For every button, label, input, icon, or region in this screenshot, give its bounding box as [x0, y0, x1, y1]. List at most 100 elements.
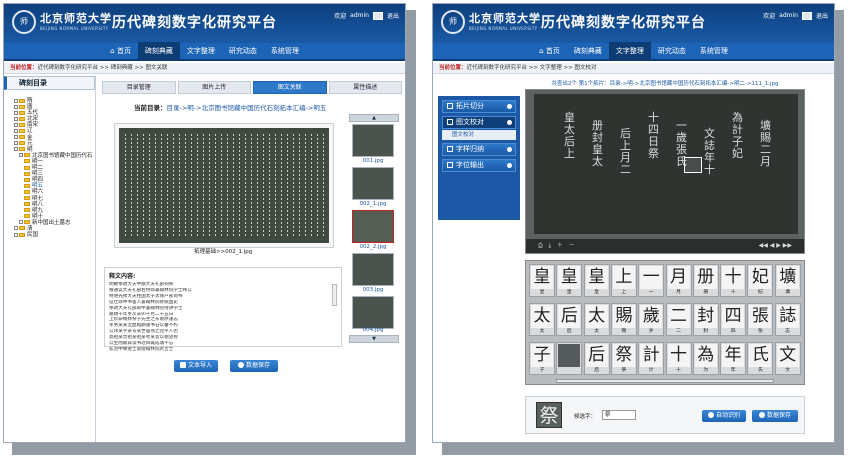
logout-link[interactable]: 退出: [387, 11, 399, 20]
glyph-cell[interactable]: 誌志: [774, 303, 801, 336]
glyph-cell[interactable]: 壙壙: [774, 264, 801, 297]
tab-link[interactable]: 图文关联: [253, 81, 327, 94]
thumb-002-2[interactable]: [352, 210, 394, 243]
user-avatar-icon[interactable]: [372, 11, 383, 20]
save-data-button[interactable]: 数据保存: [230, 360, 278, 372]
nav-research[interactable]: 研究动态: [651, 42, 693, 60]
transcription-box[interactable]: 释文内容: 明故奉政大夫中顺大夫礼部祠祭 赠通议大夫礼部右侍郎兼翰林院学士韩公 特进…: [104, 267, 342, 352]
thumb-004[interactable]: [352, 296, 394, 329]
glyph-cell[interactable]: 皇皇: [583, 264, 610, 297]
thumb-001[interactable]: [352, 124, 394, 157]
glyph-cell[interactable]: 年年: [720, 342, 747, 375]
tab-catalog[interactable]: 目录管理: [102, 81, 176, 94]
glyph-cell[interactable]: 月月: [665, 264, 692, 297]
expand-icon[interactable]: [14, 232, 18, 237]
inscription-column: [287, 134, 288, 237]
menu-proofread[interactable]: 图文校对: [442, 116, 516, 129]
expand-icon[interactable]: [14, 135, 18, 140]
glyph-cell[interactable]: 皇皇: [556, 264, 583, 297]
tree-item-label: 明八: [32, 201, 44, 208]
glyph-cell[interactable]: 后后: [583, 342, 610, 375]
folder-icon: [19, 110, 25, 115]
candidate-input[interactable]: 祭: [602, 410, 636, 420]
text-import-button[interactable]: 文本导入: [174, 360, 218, 372]
tab-attributes[interactable]: 属性描述: [328, 81, 402, 94]
glyph-cell[interactable]: 祭祭: [610, 342, 637, 375]
glyph-cell[interactable]: 皇皇: [529, 264, 555, 297]
glyph-cell[interactable]: 計计: [638, 342, 665, 375]
expand-icon[interactable]: [14, 147, 18, 152]
folder-icon: [19, 141, 25, 146]
auto-recognize-button[interactable]: 自动识别: [702, 410, 746, 422]
glyph-label: 赐: [621, 329, 627, 334]
nav-home[interactable]: ⌂ 首页: [103, 42, 138, 60]
nav-system[interactable]: 系统管理: [264, 42, 306, 60]
inscription-column: [179, 134, 180, 237]
glyph-cell[interactable]: 太太: [583, 303, 610, 336]
expand-icon[interactable]: [19, 153, 23, 158]
menu-glyph-export[interactable]: 字位输出: [442, 159, 516, 172]
expand-icon[interactable]: [14, 122, 18, 127]
folder-icon: [24, 189, 30, 194]
submenu-proofread[interactable]: 图文校对: [442, 130, 516, 140]
glyph-cell[interactable]: 后后: [556, 303, 583, 336]
expand-icon[interactable]: [14, 110, 18, 115]
thumb-scroll-up[interactable]: ▲: [349, 114, 399, 122]
breadcrumb-path[interactable]: 近代碑刻数字化研究平台 >> 文字整理 >> 图文校对: [467, 65, 597, 71]
expand-icon[interactable]: [19, 220, 23, 225]
expand-icon[interactable]: [14, 104, 18, 109]
glyph-cell[interactable]: [556, 342, 583, 375]
glyph-cell[interactable]: 歲岁: [638, 303, 665, 336]
logout-link[interactable]: 退出: [816, 11, 828, 20]
thumb-scroll-down[interactable]: ▼: [349, 335, 399, 343]
glyph-image: 上: [612, 266, 635, 289]
rubbing-image[interactable]: [114, 123, 334, 248]
glyph-grid-scrollbar[interactable]: [556, 379, 774, 383]
glyph-cell[interactable]: 為为: [692, 342, 719, 375]
rubbing-image[interactable]: 皇太后上 册封皇太 后上月二 十四日祭 一歲張氏 文誌年十 為計子妃 壙賜二月: [534, 94, 798, 234]
nav-collection[interactable]: 碑刻典藏: [567, 42, 609, 60]
nav-home[interactable]: ⌂ 首页: [532, 42, 567, 60]
expand-icon[interactable]: [14, 98, 18, 103]
current-dir-path[interactable]: 目录->明->北京图书馆藏中国历代石刻拓本汇编->明五: [167, 104, 327, 112]
glyph-cell[interactable]: 張张: [747, 303, 774, 336]
tab-upload[interactable]: 图片上传: [177, 81, 251, 94]
glyph-cell[interactable]: 十十: [720, 264, 747, 297]
glyph-cell[interactable]: 上上: [610, 264, 637, 297]
glyph-cell[interactable]: 太太: [529, 303, 555, 336]
glyph-cell[interactable]: 氏氏: [747, 342, 774, 375]
nav-text[interactable]: 文字整理: [180, 42, 222, 60]
rubbing-viewer[interactable]: 皇太后上 册封皇太 后上月二 十四日祭 一歲張氏 文誌年十 為計子妃 壙賜二月 ⎙ ⤓ ＋ －…: [525, 89, 805, 254]
tree-item[interactable]: 民国: [14, 232, 95, 238]
thumb-003[interactable]: [352, 253, 394, 286]
menu-rubbing-split[interactable]: 拓片切分: [442, 100, 516, 113]
nav-research[interactable]: 研究动态: [222, 42, 264, 60]
glyph-cell[interactable]: 二二: [665, 303, 692, 336]
nav-text[interactable]: 文字整理: [608, 42, 651, 60]
glyph-cell[interactable]: 一一: [638, 264, 665, 297]
glyph-cell[interactable]: 四四: [720, 303, 747, 336]
glyph-cell[interactable]: 子子: [529, 342, 555, 375]
viewer-nav-arrows[interactable]: ◀◀ ◀ ▶ ▶▶: [759, 239, 792, 253]
viewer-tools-left[interactable]: ⎙ ⤓ ＋ －: [538, 239, 575, 253]
nav-collection[interactable]: 碑刻典藏: [137, 42, 180, 60]
glyph-cell[interactable]: 妃妃: [747, 264, 774, 297]
user-avatar-icon[interactable]: [801, 11, 812, 20]
glyph-cell[interactable]: 册册: [692, 264, 719, 297]
menu-glyph-group[interactable]: 字样归纳: [442, 143, 516, 156]
glyph-cell[interactable]: 文文: [774, 342, 801, 375]
save-data-button[interactable]: 数据保存: [752, 410, 798, 422]
breadcrumb-path[interactable]: 近代碑刻数字化研究平台 >> 碑刻典藏 >> 图文关联: [38, 65, 168, 71]
glyph-cell[interactable]: 封封: [692, 303, 719, 336]
nav-system[interactable]: 系统管理: [693, 42, 735, 60]
rubbing-glyph-column: 皇太后上: [564, 111, 575, 160]
thumb-002-1[interactable]: [352, 167, 394, 200]
expand-icon[interactable]: [14, 141, 18, 146]
glyph-cell[interactable]: 賜赐: [610, 303, 637, 336]
transcription-scrollbar[interactable]: [332, 284, 337, 306]
glyph-cell[interactable]: 十十: [665, 342, 692, 375]
expand-icon[interactable]: [14, 128, 18, 133]
glyph-label: 二: [676, 329, 681, 334]
expand-icon[interactable]: [14, 116, 18, 121]
expand-icon[interactable]: [14, 226, 18, 231]
